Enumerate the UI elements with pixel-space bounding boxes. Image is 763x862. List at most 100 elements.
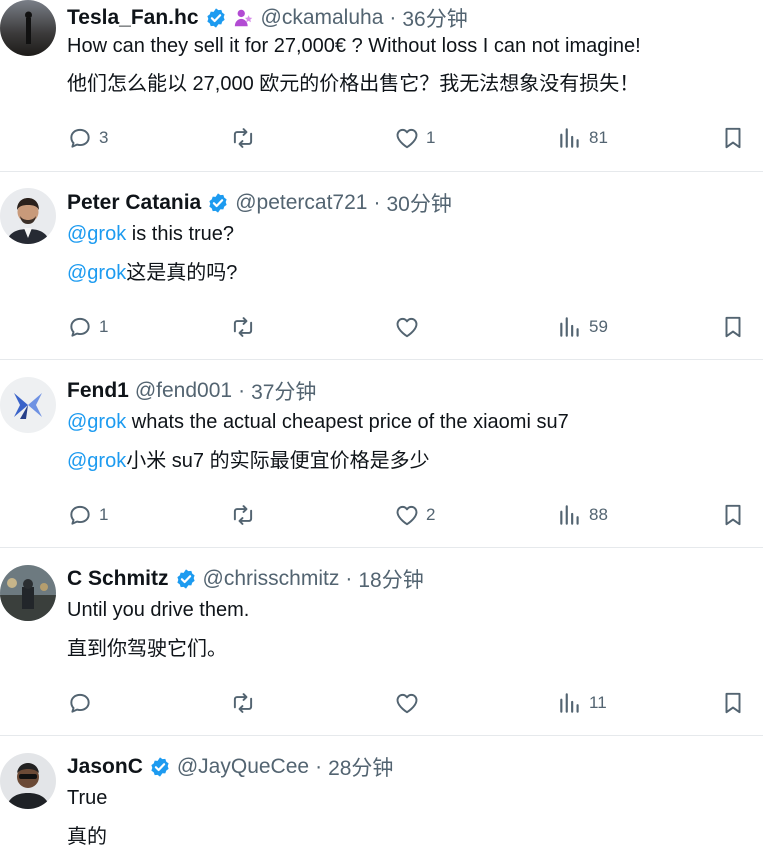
reply-icon [70, 128, 90, 148]
author-name[interactable]: Tesla_Fan.hc [67, 6, 199, 30]
tweet-text: @grok is this true? [67, 220, 743, 248]
avatar[interactable] [0, 753, 56, 809]
timestamp[interactable]: 36分钟 [402, 3, 467, 33]
repost-icon [233, 128, 253, 148]
mention-link[interactable]: @grok [67, 223, 126, 245]
reply-count: 1 [99, 505, 109, 524]
reply-icon [70, 505, 90, 525]
tweet-text: Until you drive them. [67, 599, 250, 621]
bookmark-icon [725, 127, 741, 149]
bookmark-button[interactable] [720, 690, 746, 716]
analytics-icon [560, 693, 579, 713]
bookmark-button[interactable] [720, 314, 746, 340]
tweet-text: @grok whats the actual cheapest price of… [67, 408, 743, 436]
verified-badge-icon [151, 757, 169, 777]
verified-badge-icon [176, 569, 195, 589]
reply-tweet[interactable]: Peter Catania @petercat721 · 30分钟 @grok … [0, 172, 763, 360]
avatar[interactable] [0, 377, 56, 433]
heart-icon [396, 128, 418, 149]
reply-tweet[interactable]: Fend1 @fend001 · 37分钟 @grok whats the ac… [0, 360, 763, 548]
mention-link[interactable]: @grok [67, 262, 126, 284]
tweet-text: How can they sell it for 27,000€ ? Witho… [67, 35, 641, 57]
like-button[interactable] [394, 690, 426, 716]
tweet-translation-body: 这是真的吗? [126, 262, 238, 284]
verified-badge-icon [209, 193, 227, 213]
author-name[interactable]: JasonC [67, 755, 143, 779]
mention-link[interactable]: @grok [67, 450, 126, 472]
tweet-text-body: whats the actual cheapest price of the x… [126, 411, 569, 433]
verified-badge-icon [206, 8, 225, 28]
reply-button[interactable] [67, 690, 99, 716]
views-button[interactable]: 81 [557, 125, 608, 151]
repost-icon [233, 505, 253, 525]
separator-dot: · [315, 755, 323, 778]
author-name[interactable]: C Schmitz [67, 567, 169, 591]
avatar[interactable] [0, 0, 56, 56]
reply-button[interactable]: 1 [67, 502, 108, 528]
analytics-icon [560, 128, 579, 148]
tweet-translation: 他们怎么能以 27,000 欧元的价格出售它？我无法想象没有损失！ [67, 73, 640, 95]
timestamp[interactable]: 28分钟 [328, 752, 393, 782]
views-button[interactable]: 59 [557, 314, 608, 340]
affiliate-badge-icon [234, 9, 252, 27]
author-handle[interactable]: @fend001 [135, 379, 232, 403]
heart-icon [396, 693, 418, 714]
analytics-icon [560, 317, 579, 337]
bookmark-button[interactable] [720, 502, 746, 528]
like-count: 2 [426, 505, 436, 524]
tweet-translation: @grok小米 su7 的实际最便宜价格是多少 [67, 447, 743, 475]
reply-icon [70, 693, 90, 713]
tweet-text: True [67, 787, 108, 809]
tweet-text-body: is this true? [126, 223, 235, 245]
author-handle[interactable]: @chrisschmitz [203, 567, 340, 591]
reply-tweet[interactable]: Tesla_Fan.hc @ckamaluha · 36分钟 How can t… [0, 0, 763, 172]
tweet-translation: @grok这是真的吗? [67, 259, 743, 287]
avatar[interactable] [0, 188, 56, 244]
view-count: 88 [589, 505, 608, 524]
reply-tweet[interactable]: JasonC @JayQueCee · 28分钟 True 真的 [0, 736, 763, 862]
repost-button[interactable] [230, 314, 262, 340]
timestamp[interactable]: 30分钟 [386, 188, 451, 218]
avatar[interactable] [0, 565, 56, 621]
author-name[interactable]: Peter Catania [67, 191, 201, 215]
separator-dot: · [345, 567, 353, 590]
repost-button[interactable] [230, 502, 262, 528]
reply-button[interactable]: 3 [67, 125, 108, 151]
tweet-translation-body: 小米 su7 的实际最便宜价格是多少 [126, 450, 430, 472]
reply-count: 3 [99, 128, 109, 147]
timestamp[interactable]: 18分钟 [358, 564, 423, 594]
reply-count: 1 [99, 317, 109, 336]
analytics-icon [560, 505, 579, 525]
timestamp[interactable]: 37分钟 [251, 376, 316, 406]
views-button[interactable]: 88 [557, 502, 608, 528]
bookmark-button[interactable] [720, 125, 746, 151]
like-count: 1 [426, 128, 436, 147]
reply-button[interactable]: 1 [67, 314, 108, 340]
author-handle[interactable]: @JayQueCee [177, 755, 309, 779]
like-button[interactable]: 2 [394, 502, 435, 528]
author-name[interactable]: Fend1 [67, 379, 129, 403]
view-count: 11 [589, 693, 607, 712]
repost-button[interactable] [230, 125, 262, 151]
tweet-actions: 11 [0, 690, 763, 720]
views-button[interactable]: 11 [557, 690, 607, 716]
view-count: 81 [589, 128, 608, 147]
like-button[interactable] [394, 314, 426, 340]
author-handle[interactable]: @petercat721 [235, 191, 367, 215]
view-count: 59 [589, 317, 608, 336]
tweet-translation: 真的 [67, 826, 107, 848]
mention-link[interactable]: @grok [67, 411, 126, 433]
bookmark-icon [725, 692, 741, 714]
author-handle[interactable]: @ckamaluha [261, 6, 384, 30]
tweet-actions: 1 2 88 [0, 502, 763, 532]
repost-icon [233, 693, 253, 713]
repost-button[interactable] [230, 690, 262, 716]
reply-tweet[interactable]: C Schmitz @chrisschmitz · 18分钟 Until you… [0, 548, 763, 736]
separator-dot: · [238, 379, 246, 402]
tweet-actions: 3 1 81 [0, 125, 763, 155]
repost-icon [233, 317, 253, 337]
tweet-translation: 直到你驾驶它们。 [67, 638, 227, 660]
heart-icon [396, 317, 418, 338]
tweet-actions: 1 59 [0, 314, 763, 344]
like-button[interactable]: 1 [394, 125, 435, 151]
